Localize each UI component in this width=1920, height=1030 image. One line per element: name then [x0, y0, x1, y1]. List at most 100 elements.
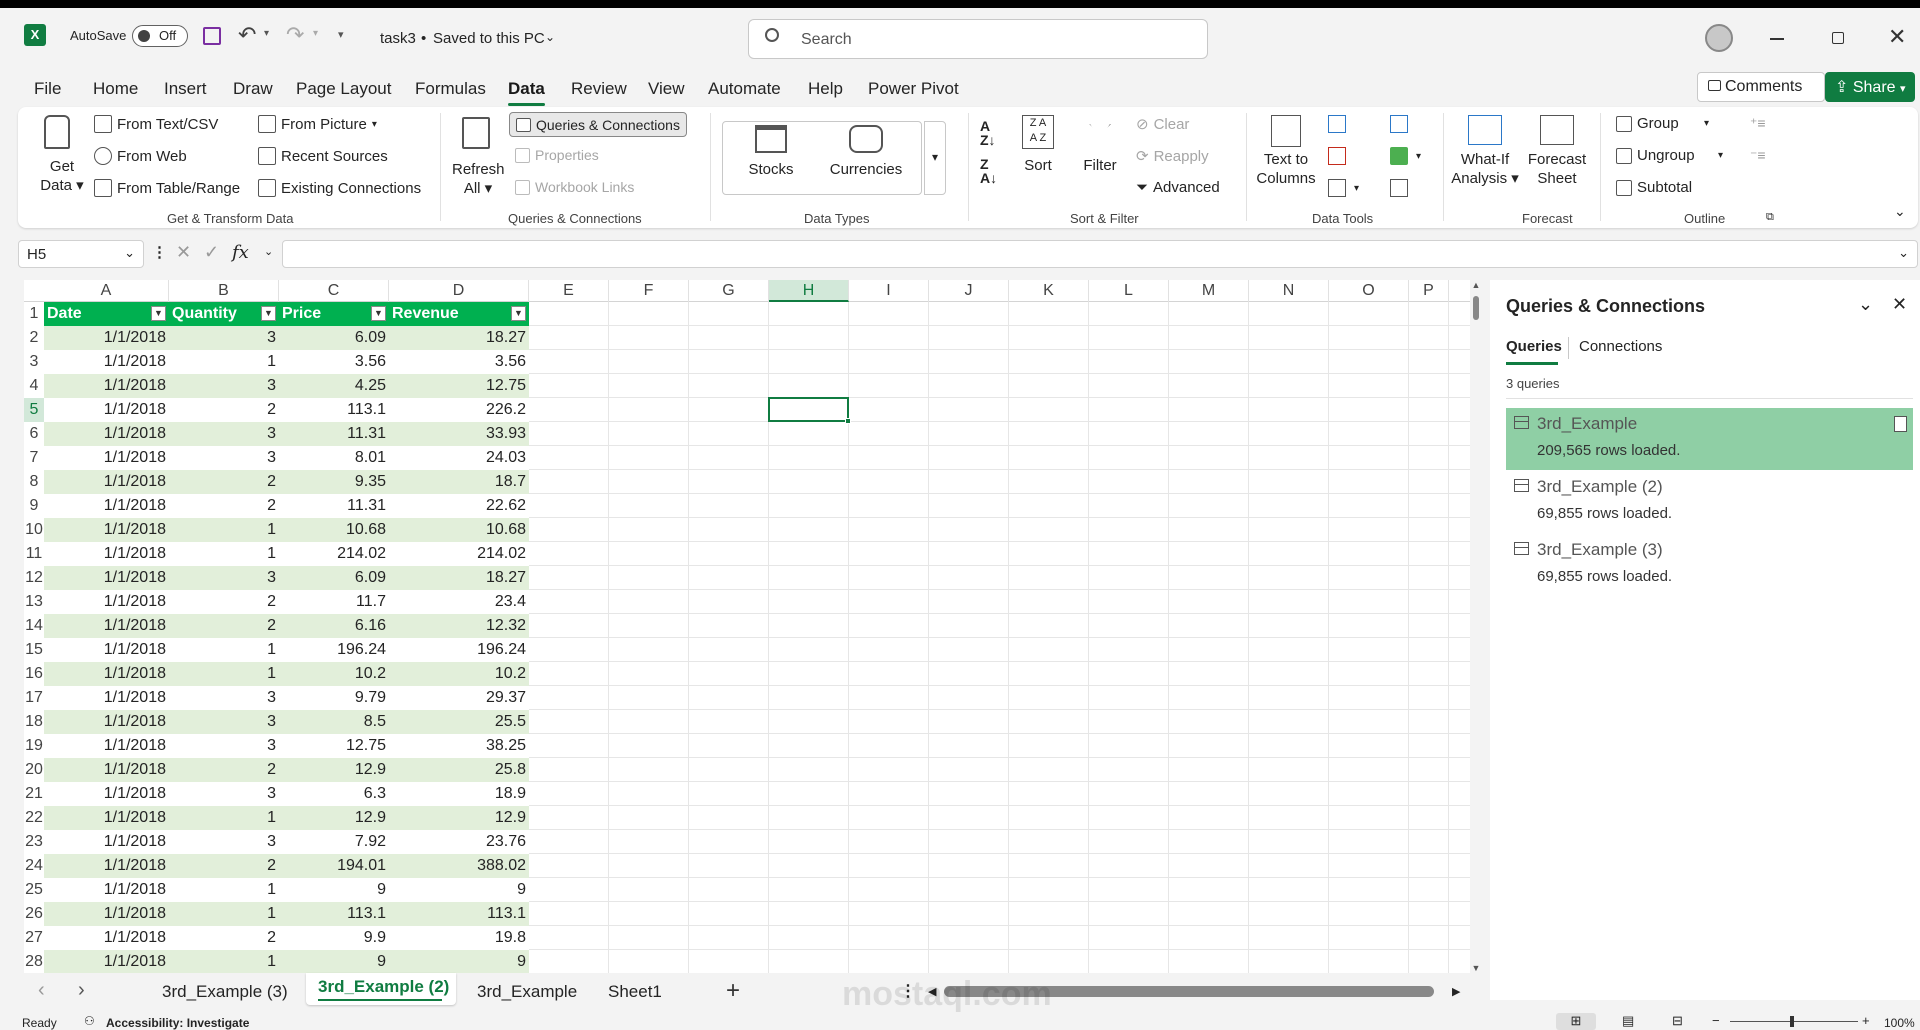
table-cell[interactable]: 196.24 — [279, 638, 389, 662]
filter-dropdown-icon[interactable]: ▼ — [261, 306, 276, 321]
table-cell[interactable]: 2 — [169, 398, 279, 422]
menu-automate[interactable]: Automate — [708, 70, 781, 107]
menu-review[interactable]: Review — [571, 70, 627, 107]
column-header[interactable]: L — [1089, 280, 1169, 302]
table-cell[interactable]: 3 — [169, 686, 279, 710]
row-header[interactable]: 19 — [24, 734, 44, 758]
workbook-links-button[interactable]: Workbook Links — [515, 179, 634, 195]
table-cell[interactable]: 4.25 — [279, 374, 389, 398]
column-header[interactable]: C — [279, 280, 389, 302]
row-header[interactable]: 11 — [24, 542, 44, 566]
table-cell[interactable]: 1 — [169, 662, 279, 686]
table-cell[interactable]: 1/1/2018 — [44, 518, 169, 542]
table-cell[interactable]: 8.5 — [279, 710, 389, 734]
from-picture-button[interactable]: From Picture ▾ — [258, 115, 377, 133]
column-header[interactable]: O — [1329, 280, 1409, 302]
redo-icon[interactable]: ↷ — [286, 22, 304, 48]
menu-view[interactable]: View — [648, 70, 685, 107]
filter-dropdown-icon[interactable]: ▼ — [511, 306, 526, 321]
enter-icon[interactable]: ✓ — [204, 242, 219, 263]
query-item[interactable]: 3rd_Example (3) 69,855 rows loaded. — [1506, 534, 1913, 596]
table-cell[interactable]: 214.02 — [279, 542, 389, 566]
table-cell[interactable]: 12.9 — [279, 758, 389, 782]
menu-home[interactable]: Home — [93, 70, 138, 107]
autosave-toggle[interactable]: Off — [132, 25, 188, 47]
row-header[interactable]: 28 — [24, 950, 44, 973]
table-cell[interactable]: 1 — [169, 806, 279, 830]
table-cell[interactable]: 1/1/2018 — [44, 926, 169, 950]
hscroll-right-icon[interactable]: ▶ — [1452, 985, 1460, 998]
row-header[interactable]: 16 — [24, 662, 44, 686]
table-cell[interactable]: 9 — [389, 878, 529, 902]
vertical-scrollbar[interactable]: ▲ ▼ — [1470, 280, 1482, 973]
row-header[interactable]: 12 — [24, 566, 44, 590]
row-header[interactable]: 7 — [24, 446, 44, 470]
menu-page-layout[interactable]: Page Layout — [296, 70, 391, 107]
ungroup-button[interactable]: Ungroup — [1616, 147, 1695, 164]
row-header[interactable]: 8 — [24, 470, 44, 494]
table-cell[interactable]: 11.7 — [279, 590, 389, 614]
table-cell[interactable]: 196.24 — [389, 638, 529, 662]
table-cell[interactable]: 12.75 — [279, 734, 389, 758]
row-header[interactable]: 15 — [24, 638, 44, 662]
pane-options-chevron-icon[interactable]: ⌄ — [1858, 294, 1873, 315]
comments-button[interactable]: Comments — [1697, 72, 1825, 102]
row-header[interactable]: 26 — [24, 902, 44, 926]
existing-connections-button[interactable]: Existing Connections — [258, 179, 421, 197]
save-status[interactable]: Saved to this PC — [433, 30, 545, 47]
column-header[interactable]: B — [169, 280, 279, 302]
row-header[interactable]: 3 — [24, 350, 44, 374]
table-cell[interactable]: 2 — [169, 926, 279, 950]
table-cell[interactable]: 23.76 — [389, 830, 529, 854]
undo-icon[interactable]: ↶ — [238, 22, 256, 48]
row-header[interactable]: 4 — [24, 374, 44, 398]
table-cell[interactable]: 9.35 — [279, 470, 389, 494]
forecast-sheet-button[interactable]: Forecast Sheet — [1524, 115, 1590, 188]
minimize-icon[interactable] — [1770, 38, 1784, 40]
column-header[interactable]: M — [1169, 280, 1249, 302]
table-cell[interactable]: 1/1/2018 — [44, 614, 169, 638]
filter-button[interactable]: ⏷ Filter — [1078, 115, 1122, 175]
table-cell[interactable]: 1 — [169, 902, 279, 926]
table-cell[interactable]: 3.56 — [389, 350, 529, 374]
hide-detail-icon[interactable]: ⁻≡ — [1750, 147, 1766, 164]
pane-close-icon[interactable]: ✕ — [1892, 294, 1907, 315]
table-cell[interactable]: 1/1/2018 — [44, 566, 169, 590]
reapply-button[interactable]: ⟳ Reapply — [1136, 147, 1209, 166]
table-cell[interactable]: 29.37 — [389, 686, 529, 710]
fill-handle[interactable] — [845, 418, 851, 424]
tab-queries[interactable]: Queries — [1506, 338, 1562, 355]
table-cell[interactable]: 7.92 — [279, 830, 389, 854]
remove-duplicates-icon[interactable] — [1328, 147, 1346, 165]
menu-insert[interactable]: Insert — [164, 70, 207, 107]
table-cell[interactable]: 1 — [169, 950, 279, 973]
table-cell[interactable]: 194.01 — [279, 854, 389, 878]
table-cell[interactable]: 1/1/2018 — [44, 902, 169, 926]
save-status-chevron-icon[interactable]: ⌄ — [545, 30, 555, 44]
worksheet-grid[interactable]: ABCDEFGHIJKLMNOP 1 Date ▼ Quantity ▼ Price ▼ Re… — [24, 280, 1482, 973]
query-item[interactable]: 3rd_Example (2) 69,855 rows loaded. — [1506, 471, 1913, 533]
zoom-in-icon[interactable]: + — [1862, 1013, 1870, 1028]
table-cell[interactable]: 8.01 — [279, 446, 389, 470]
zoom-slider[interactable] — [1730, 1016, 1858, 1027]
table-cell[interactable]: 10.2 — [389, 662, 529, 686]
edit-query-icon[interactable] — [1894, 416, 1907, 432]
page-break-view-icon[interactable]: ⊟ — [1672, 1013, 1683, 1029]
column-header[interactable]: D — [389, 280, 529, 302]
table-cell[interactable]: 3 — [169, 566, 279, 590]
ungroup-chevron-icon[interactable]: ▾ — [1718, 150, 1723, 161]
table-cell[interactable]: 3.56 — [279, 350, 389, 374]
data-validation-icon[interactable] — [1328, 179, 1346, 197]
active-sheet-tab[interactable]: 3rd_Example (2) — [306, 973, 456, 1005]
table-cell[interactable]: 1/1/2018 — [44, 542, 169, 566]
table-header-cell[interactable]: Date ▼ — [44, 302, 169, 326]
table-cell[interactable]: 1/1/2018 — [44, 806, 169, 830]
filter-dropdown-icon[interactable]: ▼ — [151, 306, 166, 321]
row-header[interactable]: 6 — [24, 422, 44, 446]
from-web-button[interactable]: From Web — [94, 147, 187, 165]
table-cell[interactable]: 1 — [169, 638, 279, 662]
name-box[interactable]: H5 ⌄ — [18, 240, 144, 268]
relationships-chevron-icon[interactable]: ▾ — [1416, 151, 1421, 162]
table-cell[interactable]: 10.68 — [389, 518, 529, 542]
menu-file[interactable]: File — [34, 70, 61, 107]
